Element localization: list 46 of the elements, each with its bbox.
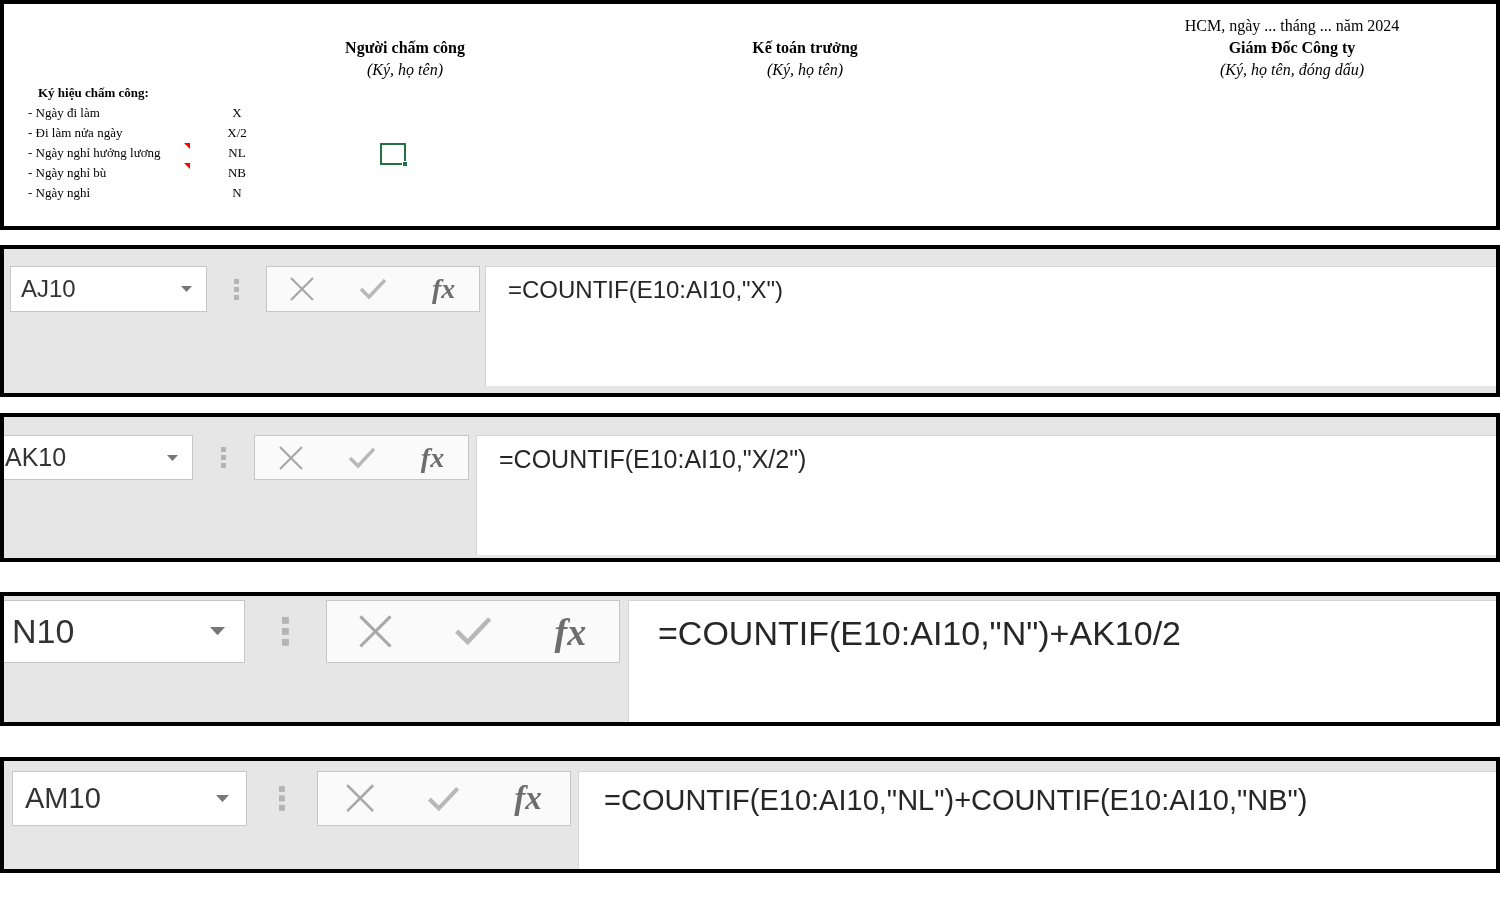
legend-code: X (232, 104, 242, 122)
legend-label: - Ngày nghỉ hưởng lương (28, 144, 161, 162)
vertical-dots-icon[interactable] (279, 786, 285, 811)
signature-note: (Ký, họ tên) (767, 60, 843, 81)
legend-code: NL (228, 144, 246, 162)
caret-icon[interactable] (209, 627, 225, 636)
name-box[interactable]: N10 (4, 600, 245, 663)
signatory-title: Giám Đốc Công ty (1228, 38, 1356, 59)
formula-field[interactable]: =COUNTIF(E10:AI10,"X/2") (476, 435, 1496, 555)
signature-note: (Ký, họ tên, đóng dấu) (1220, 60, 1364, 81)
caret-icon[interactable] (181, 286, 192, 292)
check-icon[interactable] (347, 446, 376, 469)
close-icon[interactable] (278, 445, 303, 470)
legend-label: - Ngày nghỉ bù (28, 164, 107, 182)
check-icon[interactable] (359, 278, 387, 300)
vertical-dots-icon[interactable] (234, 278, 239, 300)
formula-field[interactable]: =COUNTIF(E10:AI10,"NL")+COUNTIF(E10:AI10,"NB") (578, 771, 1496, 869)
legend-code: N (232, 184, 242, 202)
close-icon[interactable] (359, 615, 393, 648)
legend-title: Ký hiệu chấm công: (38, 84, 149, 102)
close-icon[interactable] (345, 784, 375, 813)
caret-icon[interactable] (167, 454, 178, 461)
formula-field[interactable]: =COUNTIF(E10:AI10,"X") (485, 266, 1496, 386)
caret-icon[interactable] (216, 794, 229, 803)
formula-field[interactable]: =COUNTIF(E10:AI10,"N")+AK10/2 (628, 600, 1496, 722)
insert-function-button[interactable]: fx (420, 443, 445, 472)
insert-function-button[interactable]: fx (554, 612, 587, 651)
check-icon[interactable] (427, 785, 461, 812)
legend-code: NB (227, 164, 247, 182)
legend-label: - Ngày nghỉ (28, 184, 91, 202)
legend-code: X/2 (227, 124, 247, 142)
date-line: HCM, ngày ... tháng ... năm 2024 (1184, 16, 1400, 37)
vertical-dots-icon[interactable] (282, 617, 289, 646)
name-box[interactable]: AJ10 (10, 266, 207, 312)
signatory-title: Kế toán trưởng (752, 38, 858, 59)
close-icon[interactable] (290, 277, 315, 301)
legend-label: - Đi làm nửa ngày (28, 124, 123, 142)
insert-function-button[interactable]: fx (514, 782, 542, 815)
signatory-title: Người chấm công (345, 38, 465, 59)
name-box[interactable]: AK10 (4, 435, 193, 480)
signature-note: (Ký, họ tên) (367, 60, 443, 81)
insert-function-button[interactable]: fx (432, 275, 456, 303)
name-box[interactable]: AM10 (12, 771, 247, 826)
vertical-dots-icon[interactable] (221, 447, 226, 468)
legend-label: - Ngày đi làm (28, 104, 100, 122)
check-icon[interactable] (453, 616, 493, 647)
